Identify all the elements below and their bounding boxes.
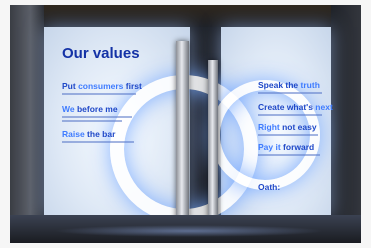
value-line: Create what's next	[258, 102, 333, 112]
left-wall	[10, 5, 44, 243]
mirror-post	[176, 41, 189, 225]
caption-line	[62, 141, 134, 143]
value-line: Put consumers first	[62, 81, 142, 91]
floor-reflection	[54, 225, 324, 237]
mirror-post	[208, 60, 218, 221]
value-line: Speak the truth	[258, 80, 320, 90]
photo: Our values Put consumers first We before…	[10, 5, 361, 243]
caption-line	[62, 116, 132, 118]
right-wall	[331, 5, 361, 243]
value-line: We before me	[62, 104, 118, 114]
caption-line	[258, 92, 322, 94]
ceiling	[44, 5, 331, 27]
caption-line	[62, 93, 136, 95]
value-line: Oath:	[258, 182, 281, 192]
caption-line	[258, 134, 318, 136]
value-line: Raise the bar	[62, 129, 116, 139]
caption-line	[62, 120, 122, 122]
values-title: Our values	[62, 45, 140, 62]
value-line: Pay it forward	[258, 142, 315, 152]
value-line: Right not easy	[258, 122, 317, 132]
caption-line	[258, 114, 322, 116]
caption-line	[258, 154, 320, 156]
